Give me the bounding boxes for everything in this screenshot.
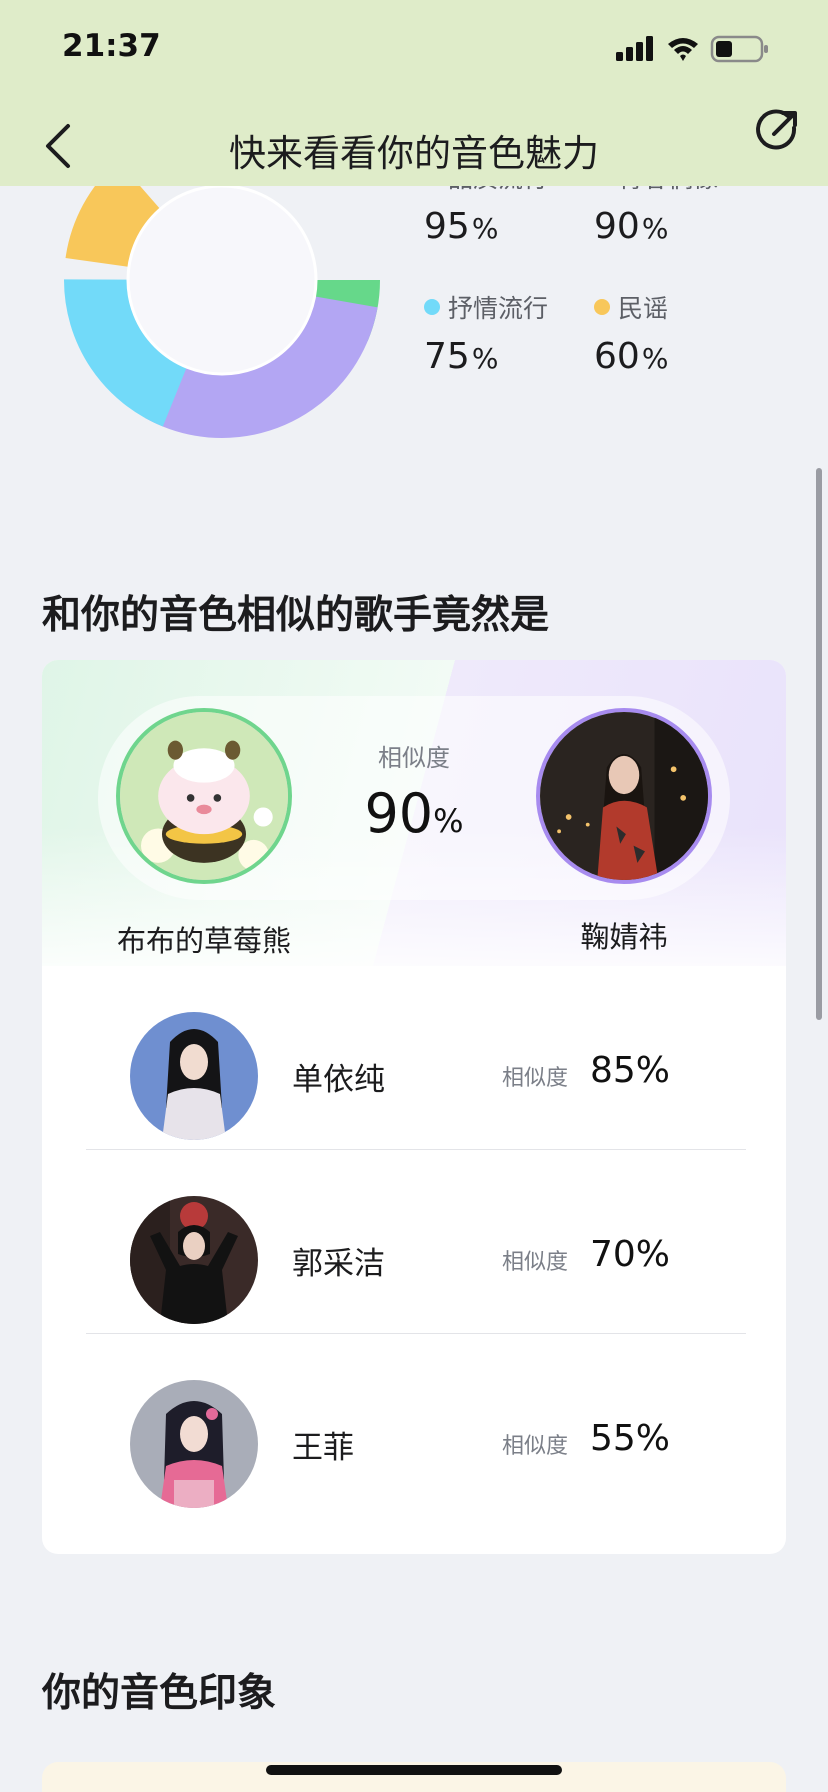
singer-row[interactable]: 郭采洁 相似度 70% xyxy=(86,1150,746,1334)
scrollbar[interactable] xyxy=(816,468,822,1020)
share-button[interactable] xyxy=(752,106,802,156)
top-sim-unit: % xyxy=(433,802,464,840)
wifi-icon xyxy=(668,38,698,61)
home-indicator xyxy=(266,1765,562,1775)
legend-unit: % xyxy=(641,342,669,375)
singer-avatar xyxy=(130,1380,258,1508)
legend-value: 90 xyxy=(594,206,640,247)
singer-avatar xyxy=(130,1012,258,1140)
legend-unit: % xyxy=(471,342,499,375)
status-icons xyxy=(616,34,792,64)
singer-sim-label: 相似度 xyxy=(502,1066,569,1091)
legend-label: 民谣 xyxy=(618,294,669,323)
singer-avatar xyxy=(130,1196,258,1324)
legend-dot xyxy=(594,299,610,315)
singer-photo-icon xyxy=(130,1012,258,1140)
legend-value: 60 xyxy=(594,336,640,377)
singer-photo-icon xyxy=(130,1196,258,1324)
singer-row[interactable]: 王菲 相似度 55% xyxy=(86,1334,746,1518)
user-name: 布布的草莓熊 xyxy=(116,924,291,958)
legend-unit: % xyxy=(641,212,669,245)
singer-row[interactable]: 单依纯 相似度 85% xyxy=(86,966,746,1150)
singer-name: 王菲 xyxy=(292,1430,354,1466)
share-icon xyxy=(756,109,797,150)
cellular-signal-icon xyxy=(616,36,653,61)
singer-photo-icon xyxy=(130,1380,258,1508)
legend-value: 95 xyxy=(424,206,470,247)
singer-sim-value: 55% xyxy=(590,1418,671,1459)
singer-name: 单依纯 xyxy=(292,1062,385,1098)
singer-name: 郭采洁 xyxy=(292,1246,385,1282)
top-header: 21:37 快来看看你的音色魅力 xyxy=(0,0,828,186)
top-sim-number: 90 xyxy=(364,782,434,845)
singer-sim-label: 相似度 xyxy=(502,1434,569,1459)
similar-section-title: 和你的音色相似的歌手竟然是 xyxy=(42,593,550,638)
legend-dot xyxy=(424,299,440,315)
singer-sim-value: 70% xyxy=(590,1234,671,1275)
singer-photo-icon xyxy=(540,712,708,880)
legend-value: 75 xyxy=(424,336,470,377)
singer-sim-label: 相似度 xyxy=(502,1250,569,1275)
legend-item-4: 民谣 60% xyxy=(594,290,764,377)
battery-icon xyxy=(710,35,768,63)
singer-sim-value: 85% xyxy=(590,1050,671,1091)
impression-section-title: 你的音色印象 xyxy=(42,1671,277,1716)
legend-item-3: 抒情流行 75% xyxy=(424,290,594,377)
page-title: 快来看看你的音色魅力 xyxy=(229,132,599,175)
legend-unit: % xyxy=(471,212,499,245)
similar-singers-card: 相似度 90% 布布的草莓熊 鞠婧祎 单依纯 相似度 85% 郭采洁 相似度 7… xyxy=(42,660,786,1554)
match-singer-name: 鞠婧祎 xyxy=(580,920,668,954)
top-match-banner: 相似度 90% 布布的草莓熊 鞠婧祎 xyxy=(42,660,786,966)
status-time: 21:37 xyxy=(62,28,161,64)
match-singer-avatar[interactable] xyxy=(536,708,712,884)
legend-label: 抒情流行 xyxy=(448,294,549,323)
